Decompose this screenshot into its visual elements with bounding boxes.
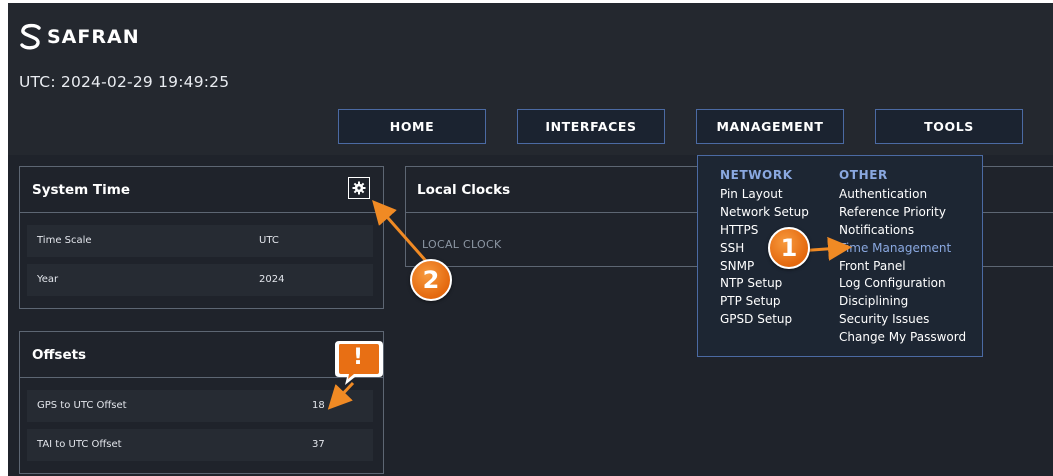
menu-item-authentication[interactable]: Authentication (839, 186, 966, 204)
system-time-panel: System Time Time Scale UTC Year 2024 (19, 166, 384, 309)
local-clocks-title: Local Clocks (417, 181, 511, 198)
step-1-badge: 1 (768, 227, 810, 269)
gps-utc-offset-label: GPS to UTC Offset (37, 400, 127, 411)
app-window: SAFRAN UTC: 2024-02-29 19:49:25 HOME INT… (8, 3, 1053, 476)
network-heading: NETWORK (720, 168, 793, 182)
tai-utc-offset-value: 37 (312, 439, 325, 450)
nav-home-button[interactable]: HOME (338, 109, 486, 144)
offsets-panel: Offsets GPS to UTC Offset 18 TAI to UTC … (19, 331, 384, 474)
tai-utc-offset-row: TAI to UTC Offset 37 (27, 429, 373, 461)
local-clock-column-header: LOCAL CLOCK (422, 238, 502, 251)
menu-item-ptp-setup[interactable]: PTP Setup (720, 293, 809, 311)
menu-item-front-panel[interactable]: Front Panel (839, 258, 966, 276)
system-time-settings-button[interactable] (348, 177, 370, 199)
menu-item-ntp-setup[interactable]: NTP Setup (720, 275, 809, 293)
year-label: Year (37, 274, 59, 285)
system-time-title: System Time (32, 181, 130, 198)
menu-item-log-configuration[interactable]: Log Configuration (839, 275, 966, 293)
other-heading: OTHER (839, 168, 888, 182)
gps-utc-offset-value: 18 (312, 400, 325, 411)
safran-logo[interactable]: SAFRAN (19, 23, 140, 51)
time-scale-row: Time Scale UTC (27, 225, 373, 257)
menu-item-pin-layout[interactable]: Pin Layout (720, 186, 809, 204)
other-column: OTHER Authentication Reference Priority … (839, 168, 966, 347)
management-dropdown-menu: NETWORK Pin Layout Network Setup HTTPS S… (697, 155, 983, 357)
tai-utc-offset-label: TAI to UTC Offset (37, 439, 122, 450)
safran-s-logo-icon (20, 23, 41, 50)
menu-item-time-management[interactable]: Time Management (839, 240, 966, 258)
menu-item-security-issues[interactable]: Security Issues (839, 311, 966, 329)
menu-item-gpsd-setup[interactable]: GPSD Setup (720, 311, 809, 329)
year-value: 2024 (259, 274, 285, 285)
step-2-badge: 2 (410, 259, 452, 301)
system-time-header: System Time (20, 167, 383, 213)
logo-text: SAFRAN (47, 26, 140, 48)
year-row: Year 2024 (27, 264, 373, 296)
nav-management-button[interactable]: MANAGEMENT (696, 109, 844, 144)
header: SAFRAN UTC: 2024-02-29 19:49:25 HOME INT… (8, 3, 1053, 155)
time-scale-value: UTC (259, 235, 279, 246)
offsets-title: Offsets (32, 346, 87, 363)
alert-callout: ! (333, 339, 385, 392)
menu-item-network-setup[interactable]: Network Setup (720, 204, 809, 222)
alert-callout-mark: ! (352, 345, 364, 370)
menu-item-change-my-password[interactable]: Change My Password (839, 329, 966, 347)
menu-item-disciplining[interactable]: Disciplining (839, 293, 966, 311)
time-scale-label: Time Scale (37, 235, 92, 246)
gear-icon (352, 181, 366, 195)
nav-tools-button[interactable]: TOOLS (875, 109, 1023, 144)
utc-clock: UTC: 2024-02-29 19:49:25 (19, 73, 230, 91)
gps-utc-offset-row: GPS to UTC Offset 18 (27, 390, 373, 422)
offsets-header: Offsets (20, 332, 383, 378)
menu-item-notifications[interactable]: Notifications (839, 222, 966, 240)
menu-item-reference-priority[interactable]: Reference Priority (839, 204, 966, 222)
nav-interfaces-button[interactable]: INTERFACES (517, 109, 665, 144)
